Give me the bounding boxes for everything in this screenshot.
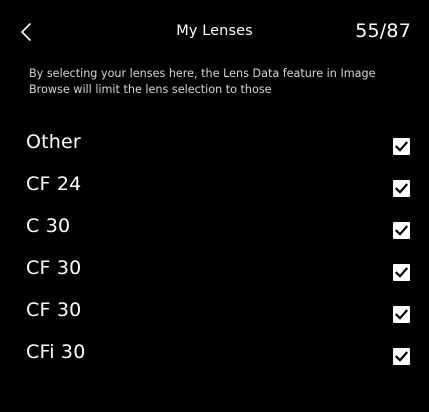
lens-label: CF 24: [26, 173, 82, 195]
lens-checkbox[interactable]: [393, 222, 410, 239]
checkmark-icon: [394, 309, 409, 320]
lens-label: CF 30: [26, 299, 82, 321]
header-bar: My Lenses 55/87: [0, 0, 429, 64]
lens-label: CF 30: [26, 257, 82, 279]
lens-checkbox[interactable]: [393, 180, 410, 197]
checkmark-icon: [394, 141, 409, 152]
lens-label: CFi 30: [26, 341, 86, 363]
lens-checkbox[interactable]: [393, 138, 410, 155]
lens-row-cf-30-a[interactable]: CF 30: [0, 248, 429, 290]
lens-counter: 55/87: [355, 20, 411, 42]
lens-checkbox[interactable]: [393, 348, 410, 365]
checkmark-icon: [394, 225, 409, 236]
my-lenses-screen: My Lenses 55/87 By selecting your lenses…: [0, 0, 429, 412]
lens-label: C 30: [26, 215, 71, 237]
lens-row-c-30[interactable]: C 30: [0, 206, 429, 248]
lens-label: Other: [26, 131, 81, 153]
lens-checkbox[interactable]: [393, 306, 410, 323]
checkmark-icon: [394, 351, 409, 362]
lens-list: Other CF 24 C 30 CF 30 CF 30 CFi 30: [0, 122, 429, 374]
description-line-2: Browse will limit the lens selection to …: [29, 83, 272, 96]
description-line-1: By selecting your lenses here, the Lens …: [29, 67, 376, 80]
checkmark-icon: [394, 183, 409, 194]
description-text: By selecting your lenses here, the Lens …: [29, 66, 425, 98]
checkmark-icon: [394, 267, 409, 278]
lens-row-cfi-30[interactable]: CFi 30: [0, 332, 429, 374]
lens-row-cf-30-b[interactable]: CF 30: [0, 290, 429, 332]
lens-row-cf-24[interactable]: CF 24: [0, 164, 429, 206]
lens-row-other[interactable]: Other: [0, 122, 429, 164]
lens-checkbox[interactable]: [393, 264, 410, 281]
